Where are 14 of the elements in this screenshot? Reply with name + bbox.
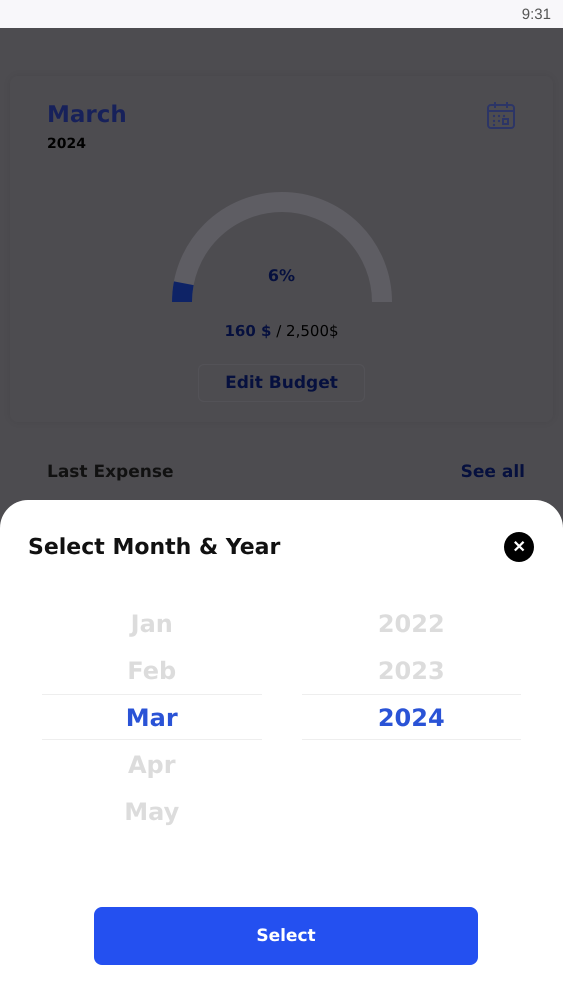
budget-total: / 2,500$ (275, 322, 339, 340)
see-all-link[interactable]: See all (460, 462, 525, 482)
close-button[interactable]: ✕ (504, 532, 534, 562)
spent-amount: 160 $ (224, 322, 272, 340)
status-time: 9:31 (522, 6, 551, 22)
sheet-title: Select Month & Year (28, 534, 280, 560)
edit-budget-button[interactable]: Edit Budget (198, 364, 365, 402)
percent-label: 6% (268, 266, 296, 285)
year-option[interactable]: 2024 (302, 694, 521, 741)
month-option[interactable]: Mar (42, 694, 262, 741)
select-button[interactable]: Select (94, 907, 478, 965)
year-label: 2024 (47, 136, 87, 152)
section-title: Last Expense (47, 462, 174, 482)
calendar-icon[interactable] (486, 100, 516, 130)
